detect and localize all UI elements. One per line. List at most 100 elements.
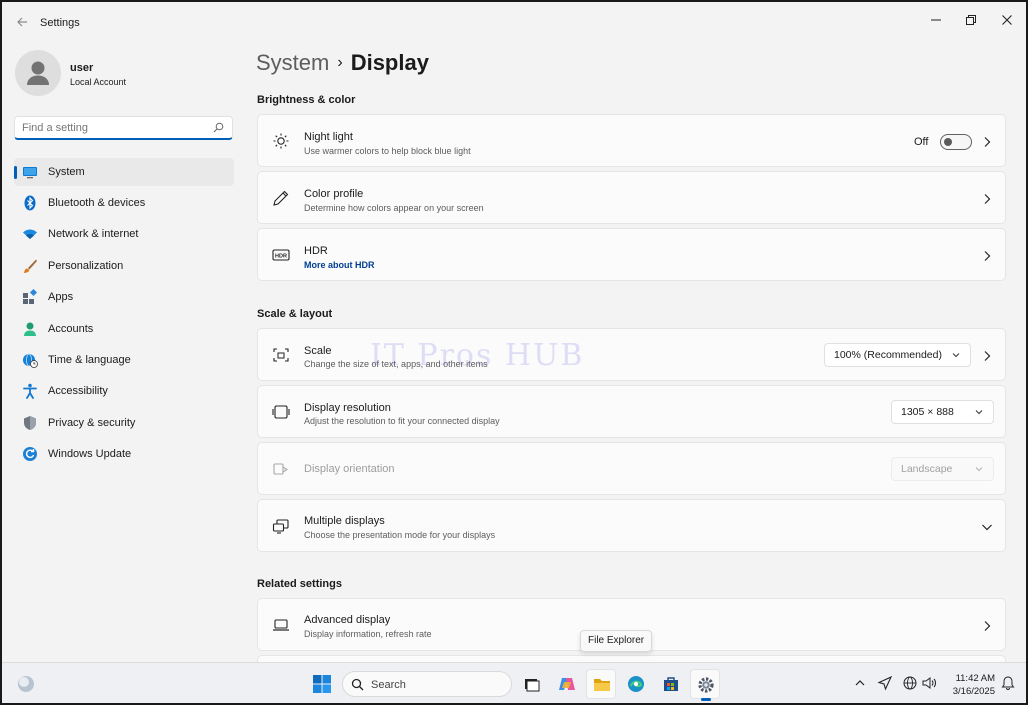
sidebar-item-privacy-security[interactable]: Privacy & security xyxy=(14,409,234,437)
hdr-card[interactable]: HDR HDR More about HDR xyxy=(257,228,1006,281)
chevron-right-icon xyxy=(984,137,991,147)
title-bar: Settings xyxy=(2,2,1026,46)
sidebar-item-time-language[interactable]: Time & language xyxy=(14,346,234,374)
taskbar: Search 11:42 AM 3/16/2025 xyxy=(2,662,1026,703)
hdr-more-link[interactable]: More about HDR xyxy=(304,260,375,270)
color-profile-title: Color profile xyxy=(304,188,364,200)
sidebar-item-label: Accessibility xyxy=(48,385,108,397)
sidebar-item-label: Network & internet xyxy=(48,228,139,240)
advanced-display-title: Advanced display xyxy=(304,614,391,626)
breadcrumb-separator: › xyxy=(337,54,343,71)
shield-icon xyxy=(24,416,36,430)
scale-subtitle: Change the size of text, apps, and other… xyxy=(304,359,488,369)
next-related-card[interactable] xyxy=(257,655,1006,662)
apps-icon xyxy=(23,289,38,304)
multiple-displays-subtitle: Choose the presentation mode for your di… xyxy=(304,530,496,540)
night-light-toggle[interactable] xyxy=(940,134,972,150)
display-resolution-card[interactable]: Display resolution Adjust the resolution… xyxy=(257,385,1006,438)
hdr-icon: HDR xyxy=(272,249,290,261)
minimize-button[interactable] xyxy=(918,8,954,32)
system-icon xyxy=(23,167,37,179)
account-type: Local Account xyxy=(70,77,127,87)
minimize-icon xyxy=(931,19,941,21)
search-box[interactable] xyxy=(14,116,233,140)
accounts-icon xyxy=(24,322,36,336)
active-indicator xyxy=(14,166,17,179)
multiple-displays-icon xyxy=(272,519,289,534)
weather-widget-icon[interactable] xyxy=(16,674,36,694)
taskbar-search[interactable]: Search xyxy=(342,671,512,697)
night-light-card[interactable]: Night light Use warmer colors to help bl… xyxy=(257,114,1006,167)
breadcrumb-parent[interactable]: System xyxy=(256,50,329,75)
network-globe-icon[interactable] xyxy=(902,675,918,691)
chevron-down-icon xyxy=(975,410,983,415)
chevron-down-icon xyxy=(975,467,983,472)
eyedropper-icon xyxy=(273,190,289,206)
volume-icon[interactable] xyxy=(921,675,937,691)
sidebar-item-accessibility[interactable]: Accessibility xyxy=(14,377,234,405)
section-title-brightness: Brightness & color xyxy=(257,94,356,106)
sidebar-item-system[interactable]: System xyxy=(14,158,234,186)
sidebar-item-bluetooth[interactable]: Bluetooth & devices xyxy=(14,189,234,217)
orientation-value: Landscape xyxy=(901,463,953,475)
sidebar-item-personalization[interactable]: Personalization xyxy=(14,252,234,280)
color-profile-subtitle: Determine how colors appear on your scre… xyxy=(304,203,484,213)
brush-icon xyxy=(24,259,37,273)
orientation-dropdown: Landscape xyxy=(891,457,994,481)
toggle-knob xyxy=(944,138,952,146)
advanced-display-subtitle: Display information, refresh rate xyxy=(304,629,432,639)
task-view-button[interactable] xyxy=(517,669,547,699)
chevron-up-icon[interactable] xyxy=(852,675,868,691)
chevron-down-icon xyxy=(952,353,960,358)
section-title-scale-layout: Scale & layout xyxy=(257,308,333,320)
wifi-icon xyxy=(23,229,37,239)
display-orientation-card: Display orientation Landscape xyxy=(257,442,1006,495)
sidebar-item-apps[interactable]: Apps xyxy=(14,283,234,311)
settings-taskbar-button[interactable] xyxy=(690,669,720,701)
search-input[interactable] xyxy=(22,119,202,137)
close-button[interactable] xyxy=(989,8,1025,32)
svg-text:HDR: HDR xyxy=(275,253,287,259)
multiple-displays-card[interactable]: Multiple displays Choose the presentatio… xyxy=(257,499,1006,552)
windows-logo-icon xyxy=(313,675,331,693)
file-explorer-tooltip: File Explorer xyxy=(580,630,653,652)
store-icon xyxy=(664,677,678,691)
sidebar-item-label: Accounts xyxy=(48,323,94,335)
globe-clock-icon xyxy=(23,353,38,368)
night-light-title: Night light xyxy=(304,131,353,143)
back-button[interactable] xyxy=(12,14,32,34)
gear-icon xyxy=(698,677,714,693)
back-arrow-icon xyxy=(17,17,27,27)
file-explorer-button[interactable] xyxy=(586,669,616,699)
sidebar-item-network[interactable]: Network & internet xyxy=(14,220,234,248)
update-icon xyxy=(23,447,37,461)
sidebar-item-windows-update[interactable]: Windows Update xyxy=(14,440,234,468)
search-icon xyxy=(213,122,224,133)
sun-icon xyxy=(273,133,289,149)
start-button[interactable] xyxy=(307,669,337,699)
edge-button[interactable] xyxy=(621,669,651,699)
edge-icon xyxy=(628,676,644,692)
hdr-title: HDR xyxy=(304,245,328,257)
resolution-dropdown[interactable]: 1305 × 888 xyxy=(891,400,994,424)
section-title-related: Related settings xyxy=(257,578,342,590)
user-name: user xyxy=(70,62,94,74)
sidebar-item-label: Windows Update xyxy=(48,448,132,460)
clock[interactable]: 11:42 AM 3/16/2025 xyxy=(943,672,995,698)
scale-dropdown[interactable]: 100% (Recommended) xyxy=(824,343,971,367)
store-button[interactable] xyxy=(656,669,686,699)
restore-icon xyxy=(966,15,976,25)
search-icon xyxy=(351,678,364,691)
location-icon[interactable] xyxy=(877,675,893,691)
taskbar-search-label: Search xyxy=(371,679,406,691)
close-icon xyxy=(1002,15,1012,25)
restore-button[interactable] xyxy=(953,8,989,32)
color-profile-card[interactable]: Color profile Determine how colors appea… xyxy=(257,171,1006,224)
scale-card[interactable]: Scale Change the size of text, apps, and… xyxy=(257,328,1006,381)
scale-title: Scale xyxy=(304,345,332,357)
sidebar-item-accounts[interactable]: Accounts xyxy=(14,315,234,343)
notification-bell-icon[interactable] xyxy=(1000,675,1016,691)
breadcrumb: System › Display xyxy=(256,50,429,76)
copilot-button[interactable] xyxy=(552,669,582,699)
task-view-icon xyxy=(525,679,540,692)
